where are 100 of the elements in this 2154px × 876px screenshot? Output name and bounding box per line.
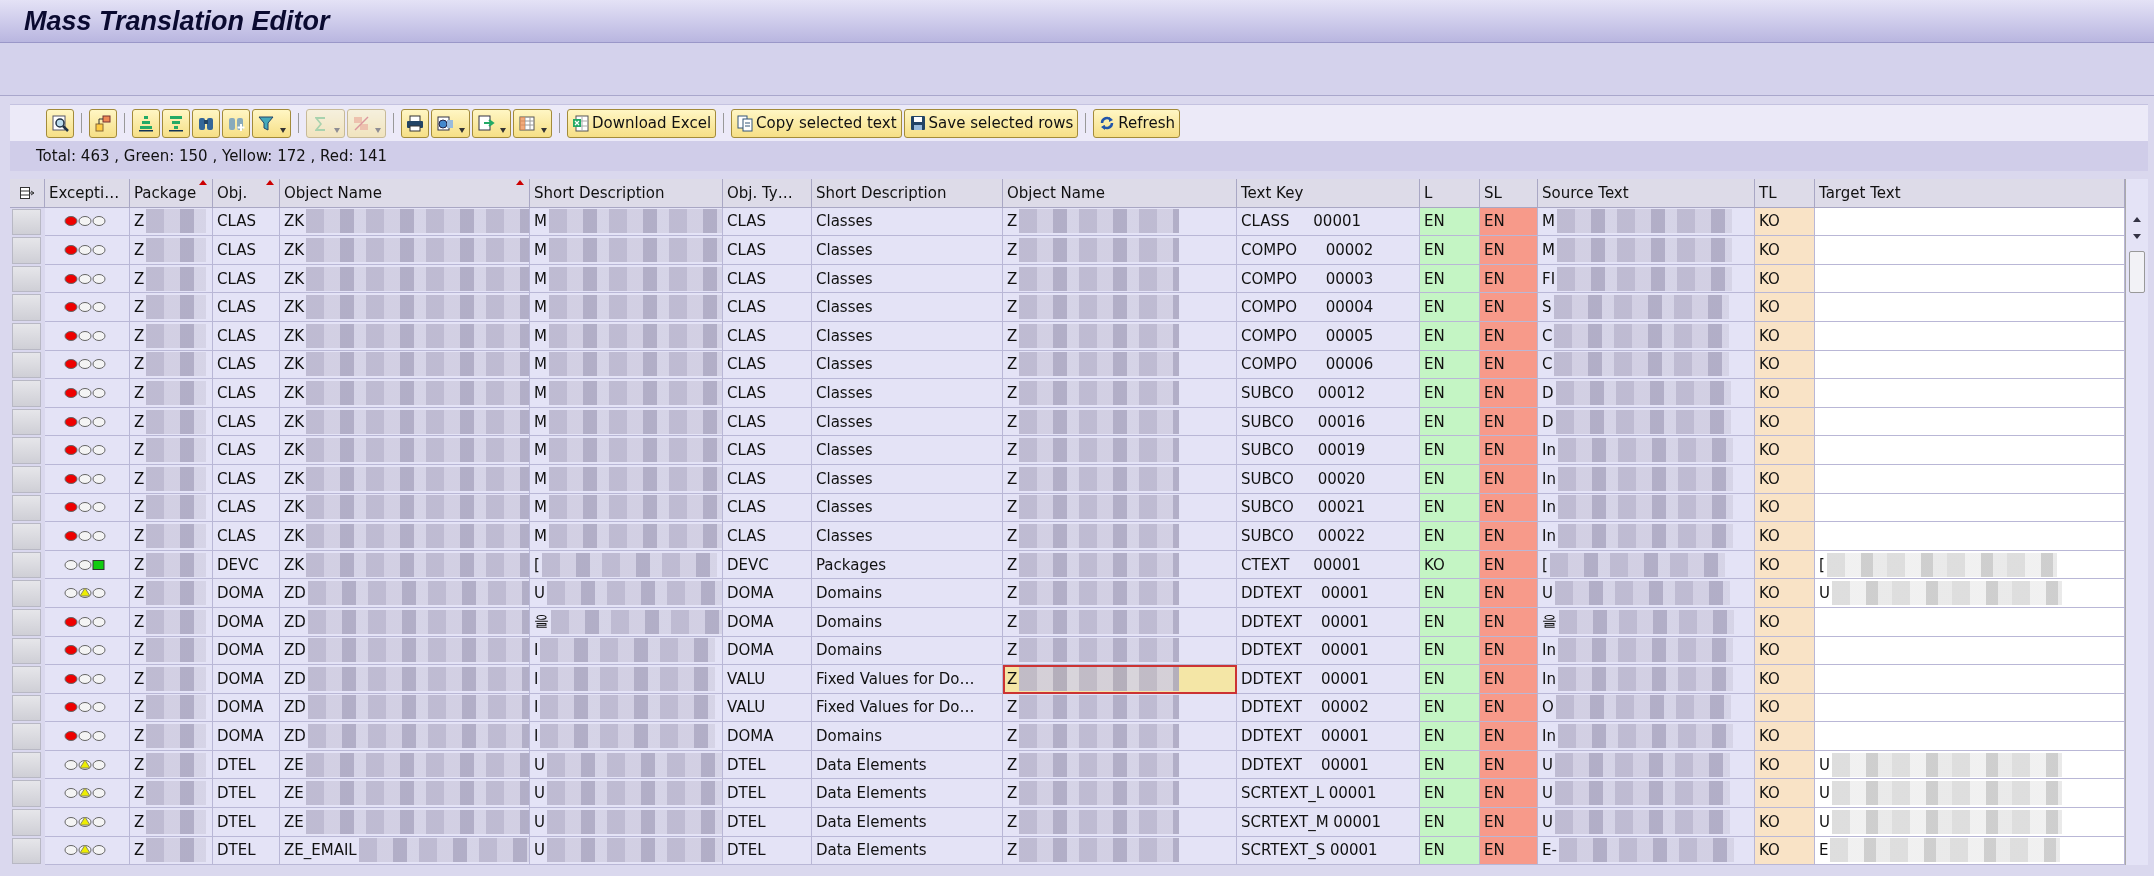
- table-cell: KO: [1755, 779, 1815, 809]
- row-selector[interactable]: [12, 294, 41, 321]
- cell-text: Z: [134, 812, 145, 831]
- table-cell: DTEL: [213, 836, 280, 866]
- row-selector[interactable]: [12, 637, 41, 665]
- cell-text: 을: [1542, 612, 1557, 632]
- column-header[interactable]: Obj. Ty…: [723, 179, 812, 208]
- row-selector[interactable]: [12, 494, 41, 522]
- table-cell: KO: [1755, 665, 1815, 694]
- cell-text: Z: [134, 469, 145, 488]
- hierarchy-icon: [94, 114, 112, 132]
- toolbar-button[interactable]: [192, 108, 220, 138]
- table-cell: KO: [1755, 407, 1815, 437]
- cell-text: Z: [1007, 555, 1018, 574]
- cell-text: U: [1819, 784, 1830, 803]
- row-selector[interactable]: [12, 580, 41, 607]
- scroll-down-icon[interactable]: [2131, 233, 2143, 241]
- table-cell: EN: [1420, 379, 1480, 408]
- cell-text: Z: [1007, 526, 1018, 545]
- row-selector[interactable]: [12, 809, 41, 836]
- table-cell: CLAS: [723, 350, 812, 380]
- toolbar-button[interactable]: [252, 108, 291, 138]
- row-selector[interactable]: [12, 837, 41, 865]
- column-header[interactable]: Source Text: [1538, 179, 1755, 208]
- column-header[interactable]: Package: [130, 179, 213, 208]
- column-header[interactable]: Excepti…: [45, 179, 130, 208]
- cell-text: U: [534, 841, 545, 860]
- row-selector[interactable]: [12, 666, 41, 693]
- column-header[interactable]: Object Name: [280, 179, 530, 208]
- column-header[interactable]: TL: [1755, 179, 1815, 208]
- table-cell: DDTEXT 00002: [1237, 693, 1420, 723]
- row-selector[interactable]: [12, 780, 41, 808]
- scroll-up-icon[interactable]: [2131, 215, 2143, 223]
- cell-text: ZD: [284, 612, 306, 631]
- table-cell: CLAS: [723, 293, 812, 322]
- column-header[interactable]: Object Name: [1003, 179, 1237, 208]
- table-cell: EN: [1480, 321, 1538, 351]
- column-header[interactable]: Target Text: [1815, 179, 2125, 208]
- row-selector[interactable]: [12, 694, 41, 722]
- cell-text: Z: [1007, 355, 1018, 374]
- toolbar-button[interactable]: Download Excel: [567, 108, 717, 138]
- table-cell: CLAS: [723, 264, 812, 294]
- table-cell: DDTEXT 00001: [1237, 636, 1420, 666]
- cell-text: U: [1542, 584, 1553, 603]
- column-header[interactable]: Short Description: [530, 179, 723, 208]
- magnifier-icon: [51, 114, 69, 132]
- cell-text: Z: [134, 784, 145, 803]
- scroll-thumb[interactable]: [2129, 251, 2145, 293]
- table-cell: EN: [1420, 522, 1480, 551]
- cell-text: U: [534, 812, 545, 831]
- row-selector[interactable]: [12, 408, 41, 436]
- table-cell: EN: [1480, 436, 1538, 465]
- column-header[interactable]: Short Description: [812, 179, 1003, 208]
- toolbar-button[interactable]: [431, 108, 470, 138]
- cell-text: Z: [1007, 584, 1018, 603]
- table-cell: EN: [1420, 436, 1480, 465]
- cell-text: Z: [1007, 326, 1018, 345]
- cell-text: I: [534, 727, 539, 746]
- table-cell: CLAS: [723, 321, 812, 351]
- row-selector[interactable]: [12, 380, 41, 407]
- table-cell: EN: [1420, 836, 1480, 866]
- table-cell: COMPO 00002: [1237, 236, 1420, 265]
- toolbar-button[interactable]: [401, 108, 429, 138]
- toolbar-button[interactable]: Copy selected text: [731, 108, 902, 138]
- row-selector[interactable]: [12, 551, 41, 579]
- cell-text: In: [1542, 641, 1556, 660]
- row-selector[interactable]: [12, 465, 41, 493]
- cell-text: U: [534, 584, 545, 603]
- toolbar-button[interactable]: [46, 108, 74, 138]
- table-cell: EN: [1480, 693, 1538, 723]
- cell-text: Z: [134, 298, 145, 317]
- row-selector[interactable]: [12, 265, 41, 293]
- cell-text: ZK: [284, 441, 305, 460]
- row-selector[interactable]: [12, 523, 41, 550]
- cell-text: ZK: [284, 298, 305, 317]
- table-cell: CLAS: [723, 236, 812, 265]
- blurred-text: [146, 295, 207, 320]
- toolbar-button[interactable]: Refresh: [1093, 108, 1180, 138]
- row-selector[interactable]: [12, 608, 41, 636]
- table-settings-button[interactable]: [10, 179, 45, 208]
- table-cell: SCRTEXT_M 00001: [1237, 808, 1420, 837]
- toolbar-button[interactable]: Save selected rows: [903, 108, 1079, 138]
- table-cell: KO: [1755, 579, 1815, 608]
- row-selector[interactable]: [12, 237, 41, 264]
- row-selector[interactable]: [12, 322, 41, 350]
- table-cell: Classes: [812, 379, 1003, 408]
- cell-text: FI: [1542, 269, 1556, 288]
- row-selector[interactable]: [12, 437, 41, 464]
- row-selector[interactable]: [12, 351, 41, 379]
- cell-text: Z: [1007, 612, 1018, 631]
- column-header[interactable]: L: [1420, 179, 1480, 208]
- table-cell: CLAS: [723, 407, 812, 437]
- column-header[interactable]: Obj.: [213, 179, 280, 208]
- table-cell: SUBCO 00021: [1237, 493, 1420, 523]
- cell-text: Z: [1007, 383, 1018, 402]
- row-selector[interactable]: [12, 751, 41, 779]
- cell-text: M: [534, 441, 547, 460]
- column-header[interactable]: Text Key: [1237, 179, 1420, 208]
- row-selector[interactable]: [12, 723, 41, 750]
- column-header[interactable]: SL: [1480, 179, 1538, 208]
